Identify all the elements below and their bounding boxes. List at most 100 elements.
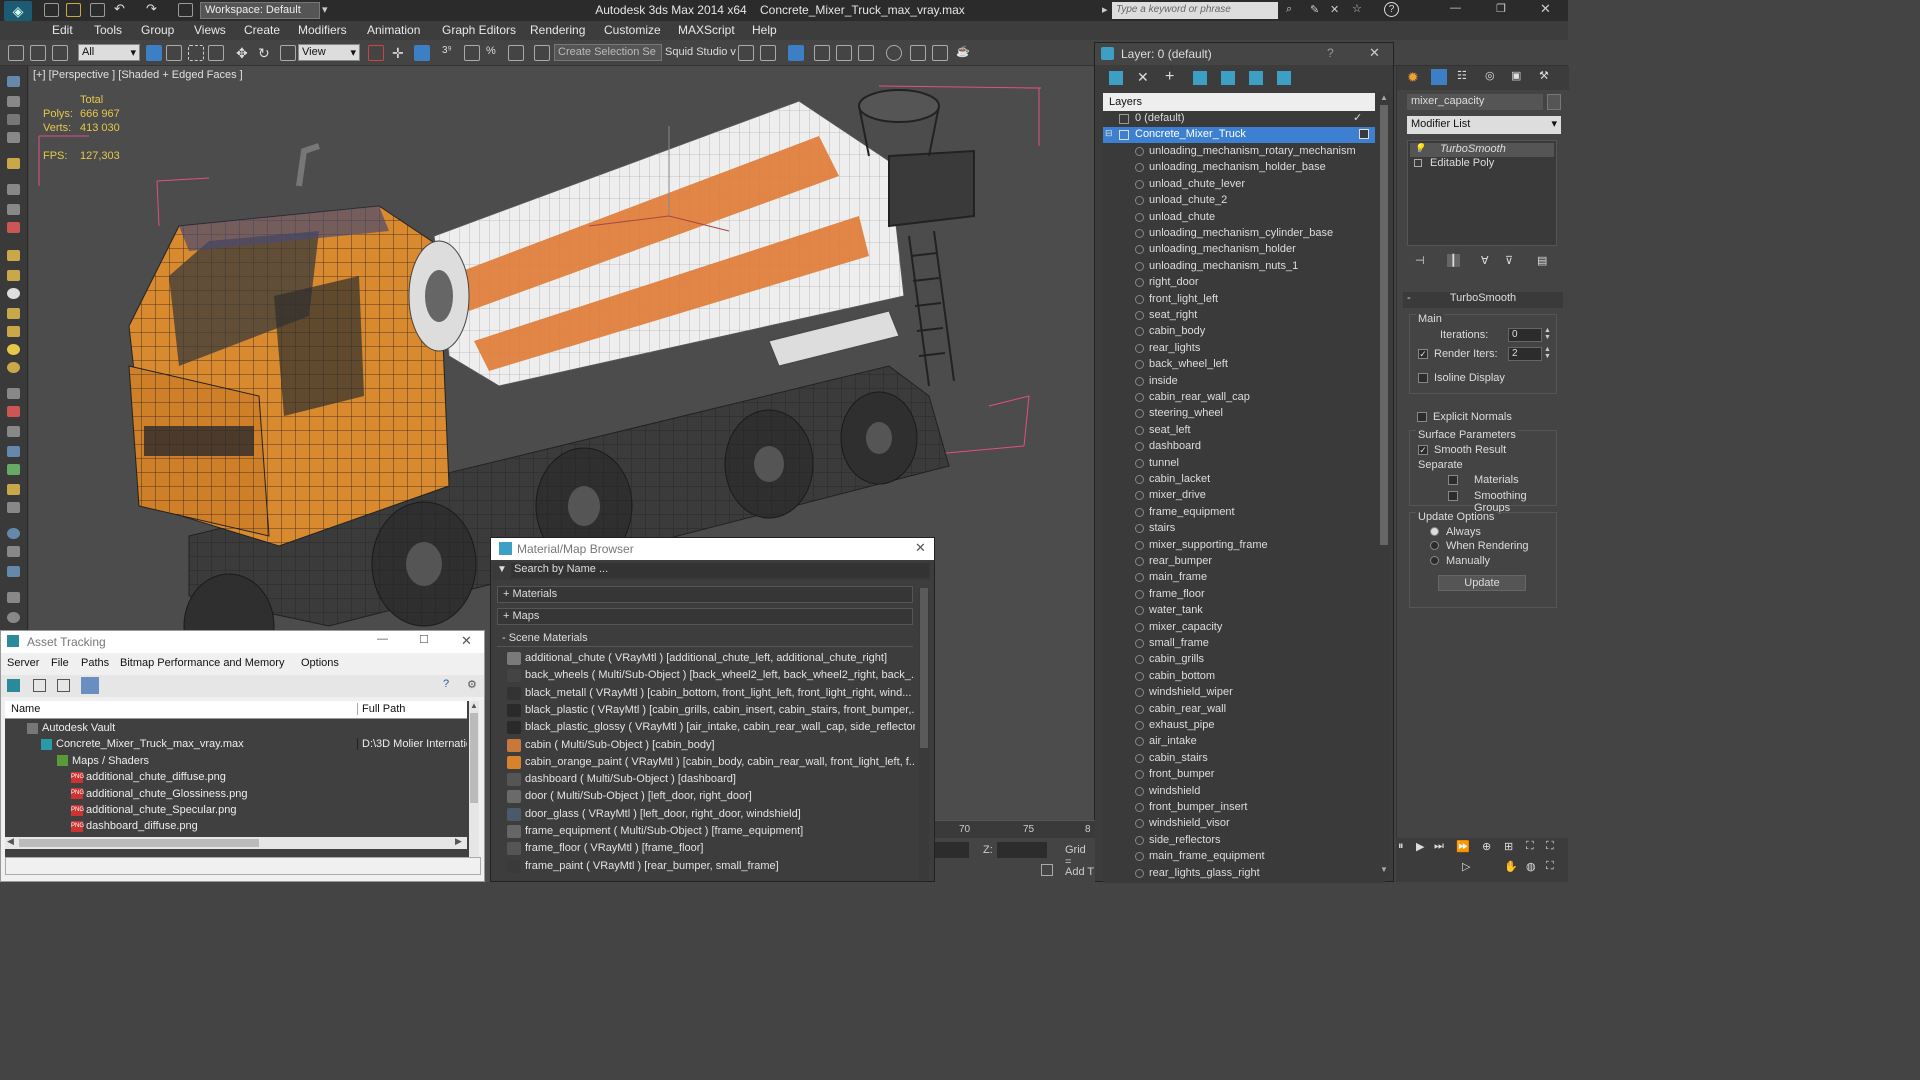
tool-icon[interactable] <box>7 132 20 143</box>
layer-object-row[interactable]: frame_equipment <box>1103 505 1375 521</box>
layer-object-row[interactable]: mixer_drive <box>1103 488 1375 504</box>
save-file-icon[interactable] <box>90 3 105 17</box>
schematic-view-icon[interactable] <box>858 45 874 61</box>
help-icon[interactable]: ? <box>1327 46 1334 60</box>
scroll-right-icon[interactable]: ▶ <box>455 836 462 847</box>
favorites-icon[interactable]: ☆ <box>1352 2 1362 15</box>
edit-named-selection-icon[interactable] <box>534 45 550 61</box>
layer-scrollbar[interactable]: ▲ ▼ <box>1379 93 1389 878</box>
select-icon[interactable] <box>7 76 20 87</box>
go-to-end-icon[interactable]: ⏩ <box>1456 840 1470 853</box>
layer-object-row[interactable]: cabin_rear_wall_cap <box>1103 390 1375 406</box>
binoculars-icon[interactable]: ⌕ <box>1286 3 1292 16</box>
tool-icon[interactable] <box>7 528 20 539</box>
tool-icon[interactable] <box>7 406 20 417</box>
asset-menu-server[interactable]: Server <box>7 657 39 669</box>
scroll-up-icon[interactable]: ▲ <box>470 701 478 710</box>
undo-icon[interactable]: ↶ <box>114 1 129 16</box>
scene-material-row[interactable]: cabin ( Multi/Sub-Object ) [cabin_body] <box>505 737 915 754</box>
asset-row[interactable]: Autodesk Vault <box>5 721 467 737</box>
pin-stack-icon[interactable]: ⊣ <box>1415 254 1425 267</box>
material-scrollbar[interactable] <box>919 588 929 880</box>
tool-icon[interactable] <box>7 204 20 215</box>
redo-icon[interactable]: ↷ <box>146 1 161 16</box>
layer-object-row[interactable]: cabin_rear_wall <box>1103 702 1375 718</box>
link-icon[interactable] <box>8 45 24 61</box>
maps-section[interactable]: + Maps <box>497 608 913 625</box>
make-unique-icon[interactable]: ∀ <box>1481 254 1489 267</box>
keyboard-shortcut-icon[interactable] <box>414 45 430 61</box>
scene-material-row[interactable]: black_plastic ( VRayMtl ) [cabin_grills,… <box>505 702 915 719</box>
layer-object-row[interactable]: cabin_body <box>1103 324 1375 340</box>
add-time-tag[interactable]: Add T <box>1065 866 1094 878</box>
scrollbar-thumb[interactable] <box>920 588 928 748</box>
layer-object-row[interactable]: main_frame <box>1103 570 1375 586</box>
asset-scrollbar[interactable]: ▲ ▼ <box>469 701 479 869</box>
menu-views[interactable]: Views <box>194 23 226 37</box>
materials-section[interactable]: + Materials <box>497 586 913 603</box>
render-production-icon[interactable]: ☕ <box>956 45 972 61</box>
bind-spacewarp-icon[interactable] <box>52 45 68 61</box>
workspace-dropdown[interactable]: Workspace: Default <box>200 2 320 19</box>
tool-icon[interactable] <box>7 158 20 169</box>
menu-customize[interactable]: Customize <box>604 23 661 37</box>
tool-icon[interactable] <box>7 184 20 195</box>
layer-object-row[interactable]: back_wheel_left <box>1103 357 1375 373</box>
rectangular-selection-icon[interactable] <box>188 45 204 61</box>
communication-icon[interactable]: ✕ <box>1330 3 1339 16</box>
display-tab-icon[interactable]: ▣ <box>1511 69 1521 82</box>
menu-animation[interactable]: Animation <box>367 23 420 37</box>
layer-object-row[interactable]: seat_right <box>1103 308 1375 324</box>
layer-object-row[interactable]: windshield_wiper <box>1103 685 1375 701</box>
layer-manager-icon[interactable] <box>788 45 804 61</box>
help-icon[interactable]: ? <box>443 678 449 690</box>
rollout-header[interactable]: - TurboSmooth <box>1403 292 1563 308</box>
always-radio[interactable] <box>1430 527 1439 536</box>
app-logo-icon[interactable]: ◈ <box>4 1 32 21</box>
workspace-menu-icon[interactable]: ▾ <box>322 3 328 16</box>
help-icon[interactable]: ? <box>1384 2 1399 17</box>
reference-coordinate-dropdown[interactable]: View ▾ <box>298 44 360 61</box>
layer-object-row[interactable]: air_intake <box>1103 734 1375 750</box>
modify-tab-icon[interactable] <box>1431 69 1447 85</box>
rendered-frame-icon[interactable] <box>932 45 948 61</box>
scrollbar-thumb[interactable] <box>470 713 478 803</box>
layer-object-row[interactable]: front_bumper <box>1103 767 1375 783</box>
expand-icon[interactable] <box>1414 159 1422 167</box>
iterations-spinner[interactable]: 0 <box>1508 328 1542 342</box>
layer-object-row[interactable]: unload_chute_2 <box>1103 193 1375 209</box>
tool-icon[interactable] <box>7 326 20 337</box>
object-color-swatch[interactable] <box>1547 94 1561 110</box>
layer-object-row[interactable]: unloading_mechanism_rotary_mechanism <box>1103 144 1375 160</box>
asset-menu-options[interactable]: Options <box>301 657 339 669</box>
layer-object-row[interactable]: rear_lights <box>1103 341 1375 357</box>
layer-row-default[interactable]: 0 (default) ✓ <box>1103 111 1375 127</box>
tool-icon[interactable] <box>7 362 20 373</box>
x-coord-field[interactable] <box>935 842 969 858</box>
zoom-all-icon[interactable]: ⊞ <box>1504 840 1513 853</box>
close-icon[interactable]: ✕ <box>1369 45 1380 61</box>
layer-object-row[interactable]: right_door <box>1103 275 1375 291</box>
layer-object-row[interactable]: cabin_bottom <box>1103 669 1375 685</box>
render-iters-checkbox[interactable]: ✓ <box>1418 349 1428 359</box>
tool-icon[interactable] <box>7 464 20 475</box>
layer-object-row[interactable]: main_frame_equipment <box>1103 849 1375 865</box>
tool-icon[interactable] <box>7 270 20 281</box>
tool-icon[interactable] <box>7 222 20 233</box>
menu-edit[interactable]: Edit <box>52 23 73 37</box>
minimize-button[interactable]: — <box>1450 2 1461 14</box>
maximize-button[interactable]: ☐ <box>419 633 429 646</box>
close-button[interactable]: ✕ <box>461 633 472 649</box>
when-rendering-radio[interactable] <box>1430 541 1439 550</box>
asset-row[interactable]: PNG dashboard_diffuse.png <box>5 819 467 836</box>
smooth-result-checkbox[interactable]: ✓ <box>1418 445 1428 455</box>
asset-row[interactable]: Maps / Shaders <box>5 753 467 770</box>
subscription-icon[interactable]: ✎ <box>1310 3 1319 16</box>
tool-icon[interactable] <box>7 546 20 557</box>
hide-all-layers-icon[interactable] <box>1249 71 1263 85</box>
tool-icon[interactable] <box>7 484 20 495</box>
freeze-all-layers-icon[interactable] <box>1277 71 1291 85</box>
asset-row[interactable]: PNG additional_chute_Glossiness.png <box>5 786 467 803</box>
snaps-toggle-icon[interactable]: 3⁹ <box>442 45 458 61</box>
selection-filter-dropdown[interactable]: All ▾ <box>78 44 140 61</box>
